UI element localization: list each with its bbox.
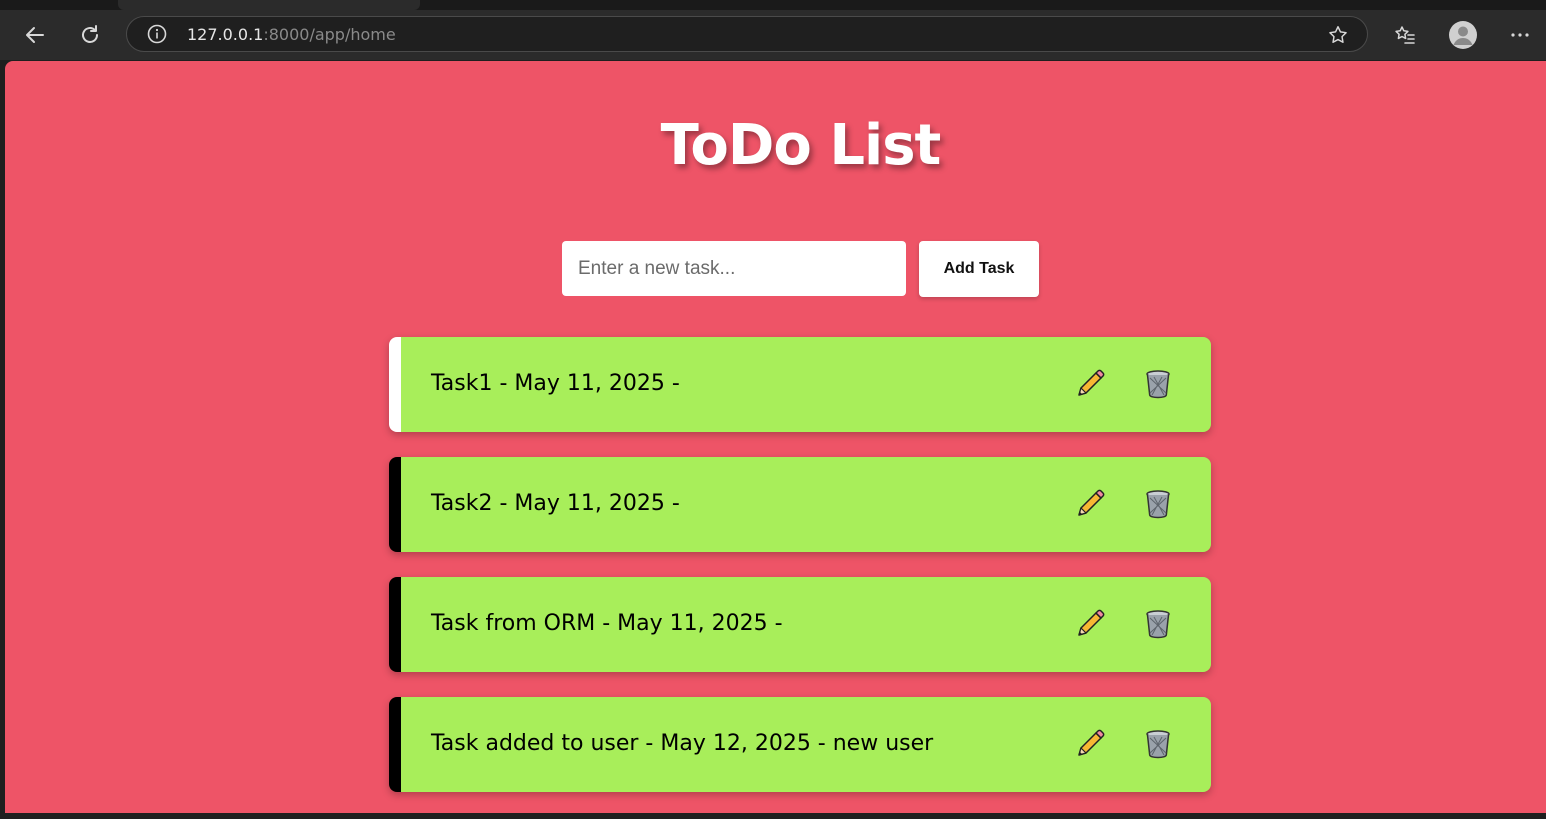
browser-toolbar: 127.0.0.1:8000/app/home — [0, 10, 1546, 60]
add-task-button[interactable]: Add Task — [919, 241, 1039, 297]
refresh-icon[interactable] — [75, 20, 105, 50]
site-info-icon[interactable] — [147, 24, 167, 44]
page-title: ToDo List — [660, 113, 942, 178]
task-item: Task2 - May 11, 2025 - — [389, 457, 1211, 552]
task-text: Task from ORM - May 11, 2025 - — [431, 611, 783, 636]
url-host: 127.0.0.1 — [187, 25, 264, 44]
more-menu-icon[interactable] — [1505, 20, 1535, 50]
window-bottom-edge — [0, 813, 1546, 819]
pencil-icon[interactable] — [1073, 367, 1107, 401]
task-item: Task added to user - May 12, 2025 - new … — [389, 697, 1211, 792]
task-text: Task2 - May 11, 2025 - — [431, 491, 680, 516]
trash-can-icon[interactable] — [1141, 487, 1175, 521]
task-text: Task1 - May 11, 2025 - — [431, 371, 680, 396]
pencil-icon[interactable] — [1073, 487, 1107, 521]
new-task-input[interactable] — [562, 241, 906, 296]
task-item: Task from ORM - May 11, 2025 - — [389, 577, 1211, 672]
active-tab[interactable] — [118, 0, 420, 10]
favorite-star-icon[interactable] — [1327, 24, 1349, 46]
url-path: :8000/app/home — [263, 25, 396, 44]
address-bar[interactable]: 127.0.0.1:8000/app/home — [126, 16, 1368, 52]
task-item: Task1 - May 11, 2025 - — [389, 337, 1211, 432]
page-viewport: ToDo List Add Task Task1 - May 11, 2025 … — [5, 61, 1546, 813]
trash-can-icon[interactable] — [1141, 367, 1175, 401]
task-list: Task1 - May 11, 2025 - Task2 - May 11, 2… — [389, 337, 1211, 813]
back-icon[interactable] — [20, 20, 50, 50]
trash-can-icon[interactable] — [1141, 727, 1175, 761]
tab-strip — [0, 0, 1546, 10]
task-text: Task added to user - May 12, 2025 - new … — [431, 731, 934, 756]
url-text[interactable]: 127.0.0.1:8000/app/home — [187, 25, 396, 44]
favorites-list-icon[interactable] — [1390, 20, 1420, 50]
pencil-icon[interactable] — [1073, 607, 1107, 641]
browser-window: 127.0.0.1:8000/app/home ToDo List Add Ta… — [0, 0, 1546, 819]
pencil-icon[interactable] — [1073, 727, 1107, 761]
trash-can-icon[interactable] — [1141, 607, 1175, 641]
profile-avatar-icon[interactable] — [1448, 20, 1478, 50]
